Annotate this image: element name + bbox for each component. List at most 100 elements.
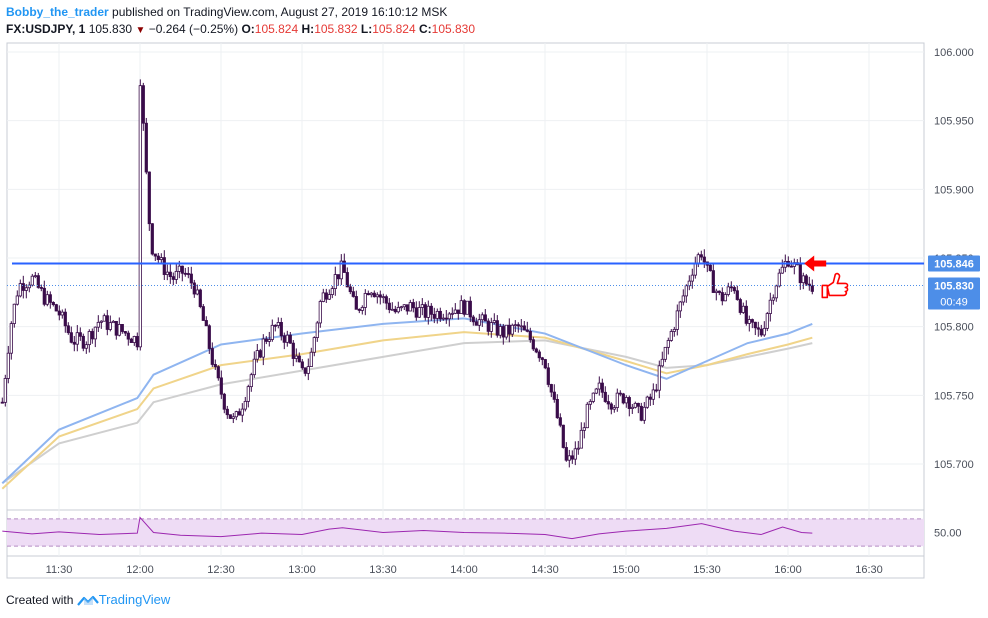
last-price-label: 105.830	[934, 280, 974, 292]
candle-body	[399, 306, 403, 309]
candle-body	[630, 406, 634, 409]
candle-body	[303, 367, 307, 374]
candle-body	[363, 293, 367, 308]
candle-body	[435, 310, 439, 319]
candle-body	[141, 85, 145, 124]
candle-body	[612, 407, 616, 410]
candle-body	[345, 272, 349, 288]
candle-body	[45, 294, 49, 305]
candle-body	[30, 275, 34, 286]
candle-body	[402, 304, 406, 308]
candle-body	[348, 286, 352, 293]
candle-body	[240, 408, 244, 416]
candle-body	[81, 335, 85, 349]
candle-body	[333, 274, 337, 289]
candle-body	[780, 266, 784, 274]
candle-body	[483, 314, 487, 322]
candle-body	[63, 311, 67, 327]
candle-body	[153, 253, 157, 257]
candle-body	[597, 382, 601, 390]
candle-body	[420, 304, 424, 308]
candle-body	[189, 273, 193, 284]
candle-body	[561, 424, 565, 448]
candle-body	[273, 324, 277, 327]
candle-body	[579, 429, 583, 449]
candle-body	[726, 286, 730, 295]
candle-body	[681, 295, 685, 303]
candle-body	[591, 392, 595, 402]
candle-body	[546, 367, 550, 385]
candle-body	[720, 292, 724, 302]
candle-body	[144, 122, 148, 173]
candle-body	[645, 396, 649, 408]
price-chart[interactable]: 11:30 12:00 12:30 13:00 13:30 14:00 14:30 15:00…	[0, 0, 988, 618]
candle-body	[87, 331, 91, 346]
candle-body	[567, 455, 571, 461]
candle-body	[678, 301, 682, 312]
candle-body	[135, 336, 139, 348]
candle-body	[627, 397, 631, 409]
time-tick-label: 12:30	[207, 564, 235, 576]
candle-body	[498, 326, 502, 336]
candle-body	[252, 358, 256, 376]
price-tick-label: 106.000	[934, 47, 974, 59]
time-tick-label: 12:00	[126, 564, 154, 576]
candle-body	[717, 290, 721, 293]
candle-body	[198, 289, 202, 307]
price-tick-label: 105.800	[934, 322, 974, 334]
candle-body	[729, 286, 733, 289]
candle-body	[690, 274, 694, 282]
candle-body	[558, 417, 562, 426]
countdown-label: 00:49	[940, 296, 968, 308]
candle-body	[417, 307, 421, 318]
tradingview-logo-icon	[76, 595, 99, 606]
candle-body	[693, 263, 697, 276]
candle-body	[165, 271, 169, 275]
candle-body	[294, 355, 298, 359]
candle-body	[216, 366, 220, 379]
tradingview-brand[interactable]: TradingView	[99, 592, 171, 607]
candle-body	[12, 303, 16, 324]
candle-body	[321, 292, 325, 302]
candle-body	[738, 299, 742, 313]
candle-body	[84, 344, 88, 349]
candle-body	[306, 366, 310, 374]
candle-body	[504, 324, 508, 338]
candle-body	[426, 305, 430, 318]
candle-body	[210, 348, 214, 365]
candle-body	[708, 264, 712, 272]
candle-body	[228, 414, 232, 419]
candle-body	[549, 384, 553, 393]
candle-body	[441, 317, 445, 320]
candle-body	[384, 296, 388, 304]
candle-body	[714, 290, 718, 293]
time-tick-label: 13:30	[369, 564, 397, 576]
candle-body	[570, 455, 574, 460]
candle-body	[267, 339, 271, 342]
candle-body	[774, 285, 778, 299]
candle-body	[744, 305, 748, 324]
candle-body	[438, 310, 442, 320]
candle-body	[408, 302, 412, 312]
candle-body	[636, 402, 640, 407]
candle-body	[3, 378, 7, 403]
candle-body	[396, 307, 400, 313]
candle-body	[513, 324, 517, 327]
candle-body	[60, 311, 64, 316]
time-tick-label: 14:00	[450, 564, 478, 576]
candle-body	[810, 285, 814, 292]
candle-body	[444, 317, 448, 320]
candle-body	[468, 300, 472, 318]
candle-body	[156, 255, 160, 260]
candle-body	[486, 320, 490, 332]
candle-body	[471, 316, 475, 323]
candle-body	[669, 331, 673, 341]
candle-body	[276, 322, 280, 326]
candle-body	[381, 296, 385, 299]
candle-body	[375, 294, 379, 298]
candle-body	[543, 359, 547, 369]
candle-body	[264, 338, 268, 342]
candle-body	[510, 324, 514, 335]
candle-body	[522, 325, 526, 331]
candle-body	[282, 335, 286, 343]
